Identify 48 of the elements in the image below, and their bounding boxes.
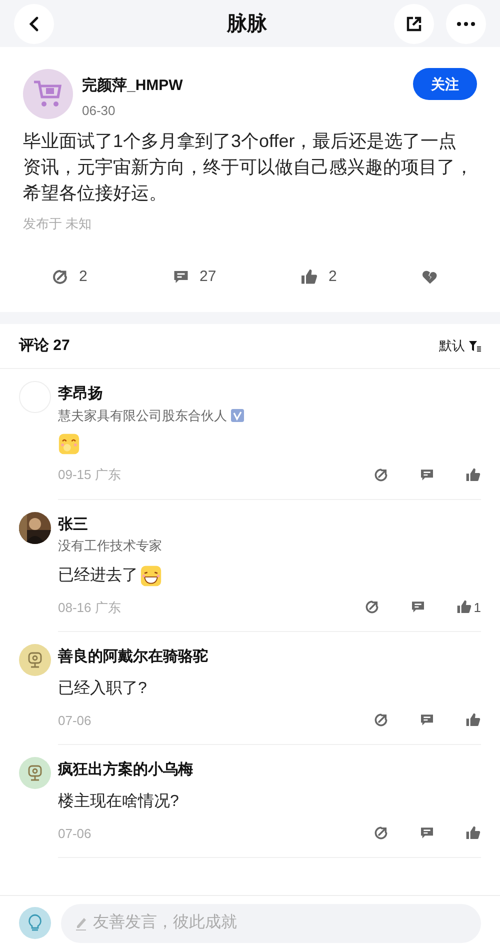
grinning-emoji-icon <box>140 564 162 586</box>
like-count: 1 <box>474 598 481 616</box>
smiling-emoji-icon <box>58 433 80 455</box>
share-button[interactable] <box>394 4 434 44</box>
share-icon[interactable] <box>51 268 69 286</box>
comment-meta: 07-06 <box>58 712 92 730</box>
comment-input-field[interactable]: 友善发言，彼此成就 <box>61 904 481 942</box>
thumbs-up-icon[interactable] <box>465 825 481 842</box>
comment-meta: 08-16 广东 <box>58 598 122 616</box>
filter-icon <box>469 340 481 352</box>
share-icon[interactable] <box>364 599 380 616</box>
comment-text: 楼主现在啥情况? <box>58 792 179 812</box>
comment-text: 已经入职了? <box>58 678 147 698</box>
thumbs-up-icon[interactable] <box>465 466 481 483</box>
commenter-name: 张三 <box>58 514 89 534</box>
follow-button[interactable]: 关注 <box>413 68 477 100</box>
sort-button[interactable]: 默认 <box>439 336 481 356</box>
back-button[interactable] <box>14 4 54 44</box>
commenter-title: 没有工作技术专家 <box>58 537 162 555</box>
action-count: 2 <box>328 266 337 286</box>
thumbs-up-icon[interactable] <box>465 712 481 728</box>
comment-meta: 07-06 <box>58 824 92 842</box>
pencil-icon <box>75 916 87 930</box>
thumbs-up-icon[interactable] <box>456 599 472 616</box>
comment-icon[interactable] <box>419 466 435 483</box>
commenter-name: 疯狂出方案的小乌梅 <box>58 760 194 780</box>
share-icon[interactable] <box>373 712 389 728</box>
action-count: 27 <box>200 266 216 286</box>
cart-avatar-icon <box>23 69 73 119</box>
comments-title: 评论 27 <box>19 336 70 356</box>
more-button[interactable] <box>446 4 486 44</box>
commenter-title: 慧夫家具有限公司股东合伙人 <box>58 406 227 424</box>
action-count: 2 <box>79 266 88 286</box>
publish-info: 发布于 未知 <box>23 215 93 233</box>
external-link-icon <box>406 16 422 32</box>
share-icon[interactable] <box>373 825 389 842</box>
lightbulb-avatar-icon <box>19 907 51 939</box>
page-title: 脉脉 <box>227 12 267 36</box>
share-icon[interactable] <box>373 466 389 483</box>
author-name: 完颜萍_HMPW <box>82 76 184 96</box>
post-date: 06-30 <box>82 102 116 120</box>
commenter-name: 善良的阿戴尔在骑骆驼 <box>58 646 209 667</box>
commenter-name: 李昂扬 <box>58 384 104 404</box>
post-body: 毕业面试了1个多月拿到了3个offer，最后还是选了一点资讯，元宇宙新方向，终于可以做自己感兴趣的项目了，希望各位接好运。 <box>23 130 474 205</box>
comment-meta: 09-15 广东 <box>58 466 122 484</box>
more-icon <box>457 22 475 26</box>
thumbs-up-icon[interactable] <box>300 268 318 286</box>
comment-text: 已经进去了 <box>58 566 138 586</box>
